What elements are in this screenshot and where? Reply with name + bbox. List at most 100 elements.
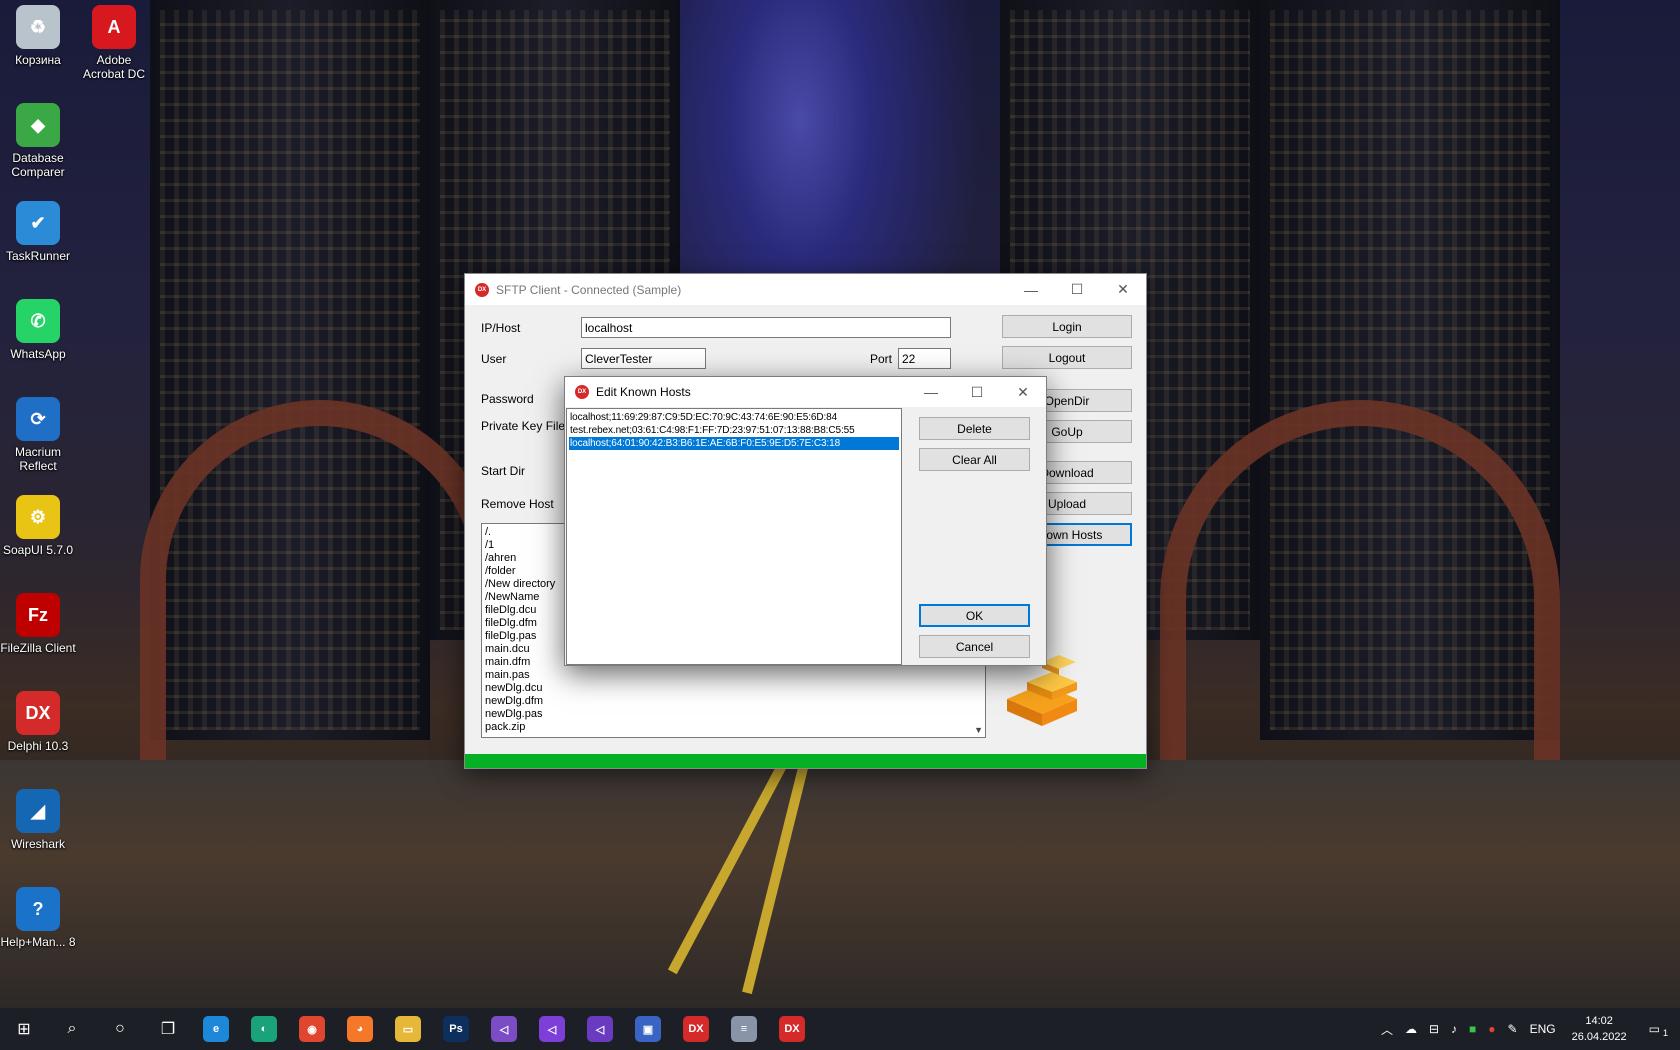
server-app-icon: ≡ [731, 1016, 757, 1042]
pen-icon[interactable]: ✎ [1502, 1022, 1524, 1036]
private-key-label: Private Key File [481, 419, 566, 433]
known-hosts-list[interactable]: localhost;11:69:29:87:C9:5D:EC:70:9C:43:… [566, 408, 902, 665]
notifications-button[interactable]: ▭ 1 [1637, 1022, 1680, 1038]
host-input[interactable] [581, 317, 951, 338]
network-icon[interactable]: ⊟ [1423, 1022, 1445, 1036]
desktop-icon-recycle-bin[interactable]: ♻ Корзина [0, 5, 76, 67]
taskbar-app-button[interactable]: ◁ [528, 1008, 576, 1050]
port-label: Port [870, 352, 893, 366]
desktop-icon-help-manual[interactable]: ? Help+Man... 8 [0, 887, 76, 949]
desktop-icon-macrium-reflect[interactable]: ⟳ Macrium Reflect [0, 397, 76, 473]
cortana-button[interactable]: ○ [96, 1008, 144, 1050]
taskbar-app-button[interactable]: ◕ [336, 1008, 384, 1050]
clock[interactable]: 14:02 26.04.2022 [1562, 1013, 1637, 1045]
list-item[interactable]: newDlg.dfm [485, 695, 982, 708]
help-manual-icon: ? [16, 887, 60, 931]
known-host-row[interactable]: localhost;11:69:29:87:C9:5D:EC:70:9C:43:… [569, 411, 899, 424]
close-button[interactable]: ✕ [1100, 274, 1146, 305]
taskbar-app-button[interactable]: ≡ [720, 1008, 768, 1050]
desktop-icon-label: TaskRunner [5, 249, 71, 263]
port-input[interactable] [898, 348, 951, 369]
known-host-row[interactable]: test.rebex.net;03:61:C4:98:F1:FF:7D:23:9… [569, 424, 899, 437]
visual-studio-2-icon: ◁ [587, 1016, 613, 1042]
tray-chevron-up-icon[interactable]: ︿ [1375, 1021, 1399, 1038]
list-item[interactable]: newDlg.pas [485, 708, 982, 721]
scroll-down-arrow-icon[interactable]: ▼ [974, 725, 983, 735]
desktop-icon-acrobat[interactable]: A Adobe Acrobat DC [76, 5, 152, 81]
ie-icon: e [203, 1016, 229, 1042]
list-item[interactable]: newDlg.dcu [485, 682, 982, 695]
taskbar-app-button[interactable]: ▣ [624, 1008, 672, 1050]
list-item[interactable]: main.pas [485, 669, 982, 682]
clock-time: 14:02 [1585, 1015, 1613, 1027]
minimize-icon: — [1024, 281, 1038, 298]
desktop-icon-delphi[interactable]: DX Delphi 10.3 [0, 691, 76, 753]
clock-date: 26.04.2022 [1571, 1031, 1627, 1043]
desktop-icon-taskrunner[interactable]: ✔ TaskRunner [0, 201, 76, 263]
list-item[interactable]: pack.zip [485, 721, 982, 734]
edge-icon: ◐ [251, 1016, 277, 1042]
maximize-button[interactable]: ☐ [1054, 274, 1100, 305]
start-button[interactable]: ⊞ [0, 1008, 48, 1050]
desktop-icon-soapui[interactable]: ⚙ SoapUI 5.7.0 [0, 495, 76, 557]
language-indicator[interactable]: ENG [1524, 1022, 1562, 1036]
taskbar-app-button[interactable]: DX [672, 1008, 720, 1050]
minimize-button[interactable]: — [1008, 274, 1054, 305]
task-view-button[interactable]: ❐ [144, 1008, 192, 1050]
login-button[interactable]: Login [1002, 315, 1132, 338]
taskbar-app-button[interactable]: ◁ [576, 1008, 624, 1050]
desktop-icon-label: WhatsApp [10, 347, 66, 361]
taskbar-app-button[interactable]: e [192, 1008, 240, 1050]
desktop-icon-filezilla[interactable]: Fz FileZilla Client [0, 593, 76, 655]
desktop-icon-label: FileZilla Client [0, 641, 76, 655]
chrome-icon: ◉ [299, 1016, 325, 1042]
taskbar-app-button[interactable]: ◐ [240, 1008, 288, 1050]
desktop-icon-label: Wireshark [10, 837, 65, 851]
tray-app-icon[interactable]: ● [1482, 1022, 1501, 1036]
clear-all-button[interactable]: Clear All [919, 448, 1030, 471]
delete-button[interactable]: Delete [919, 417, 1030, 440]
volume-icon[interactable]: ♪ [1445, 1022, 1463, 1036]
soapui-icon: ⚙ [16, 495, 60, 539]
password-label: Password [481, 392, 534, 406]
delphi-logo-icon: DX [575, 385, 589, 399]
security-shield-icon[interactable]: ■ [1463, 1022, 1482, 1036]
wireshark-icon: ◢ [16, 789, 60, 833]
taskbar-app-button[interactable]: DX [768, 1008, 816, 1050]
desktop-icon-wireshark[interactable]: ◢ Wireshark [0, 789, 76, 851]
logout-button[interactable]: Logout [1002, 346, 1132, 369]
user-input[interactable] [581, 348, 706, 369]
dialog-titlebar[interactable]: DX Edit Known Hosts — ☐ ✕ [565, 377, 1046, 407]
taskbar-app-button[interactable]: ▭ [384, 1008, 432, 1050]
sftp-window-titlebar[interactable]: DX SFTP Client - Connected (Sample) — ☐ … [465, 274, 1146, 305]
sftp-window-title: SFTP Client - Connected (Sample) [496, 282, 682, 297]
desktop-icon-label: Adobe Acrobat DC [82, 53, 146, 81]
taskbar-app-button[interactable]: ◉ [288, 1008, 336, 1050]
user-label: User [481, 352, 507, 366]
database-comparer-icon: ◆ [16, 103, 60, 147]
edit-known-hosts-dialog[interactable]: DX Edit Known Hosts — ☐ ✕ localhost;11:6… [564, 376, 1047, 666]
dialog-maximize-button[interactable]: ☐ [954, 377, 1000, 407]
dialog-close-button[interactable]: ✕ [1000, 377, 1046, 407]
search-button[interactable]: ⌕ [48, 1008, 96, 1050]
taskbar: ⊞ ⌕ ○ ❐ e ◐ ◉ ◕ ▭ Ps ◁ ◁ ◁ ▣ DX ≡ DX ︿ ☁ ⊟ ♪ ■ ● ✎ E… [0, 1008, 1680, 1050]
delphi-icon: DX [16, 691, 60, 735]
close-icon: ✕ [1117, 281, 1129, 297]
known-host-row[interactable]: localhost;64:01:90:42:B3:B6:1E:AE:6B:F0:… [569, 437, 899, 450]
ok-button[interactable]: OK [919, 604, 1030, 627]
taskrunner-icon: ✔ [16, 201, 60, 245]
onedrive-cloud-icon[interactable]: ☁ [1399, 1022, 1423, 1036]
close-icon: ✕ [1017, 383, 1029, 400]
taskbar-app-button[interactable]: ◁ [480, 1008, 528, 1050]
desktop-icon-whatsapp[interactable]: ✆ WhatsApp [0, 299, 76, 361]
dialog-minimize-button[interactable]: — [908, 377, 954, 407]
remove-host-label: Remove Host [481, 497, 554, 511]
wallpaper-road-line [667, 757, 790, 975]
vscode-icon: ◁ [539, 1016, 565, 1042]
desktop-icon-database-comparer[interactable]: ◆ Database Comparer [0, 103, 76, 179]
cancel-button[interactable]: Cancel [919, 635, 1030, 658]
host-rows: localhost;11:69:29:87:C9:5D:EC:70:9C:43:… [569, 411, 899, 450]
wallpaper-road [0, 757, 1680, 1008]
taskbar-app-button[interactable]: Ps [432, 1008, 480, 1050]
file-explorer-icon: ▭ [395, 1016, 421, 1042]
